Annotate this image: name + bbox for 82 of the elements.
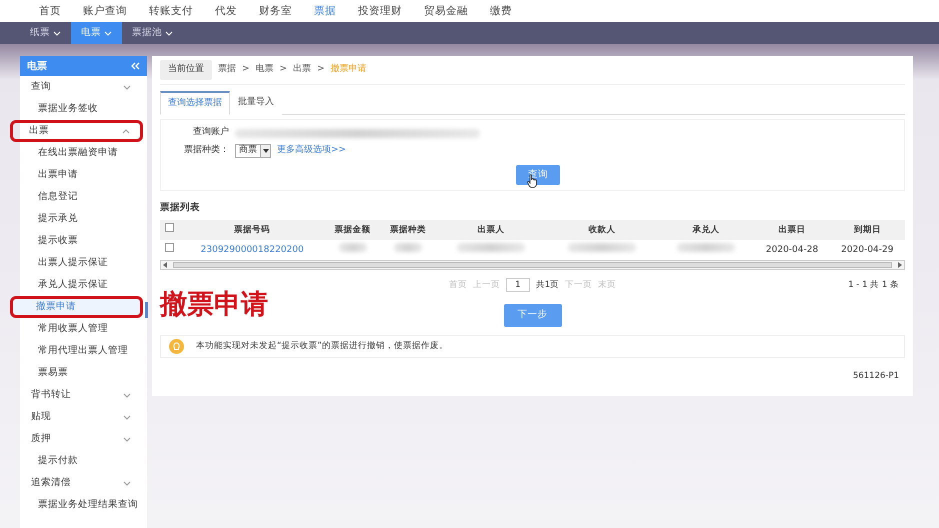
collapse-icon[interactable] (130, 62, 140, 70)
dropdown-icon (262, 149, 268, 153)
sidebar-item[interactable]: 票据业务签收 (20, 98, 143, 120)
column-header: 承兑人 (657, 220, 754, 240)
breadcrumb-link[interactable]: 票据 (218, 63, 236, 76)
column-header: 到期日 (830, 220, 905, 240)
bill-number-link[interactable]: 230929000018220200 (200, 244, 304, 254)
field-label: 票据种类： (183, 144, 229, 158)
table-cell: 2020-04-28 (766, 244, 818, 254)
sidebar-item[interactable]: 票易票 (20, 362, 143, 384)
select-all-checkbox[interactable] (165, 223, 174, 232)
breadcrumb-link[interactable]: 电票 (256, 63, 274, 76)
scroll-right-icon[interactable] (898, 262, 902, 268)
expand-chevron-icon (123, 414, 131, 420)
sidebar-item[interactable]: 出票 (10, 120, 143, 142)
sidebar-item[interactable]: 信息登记 (20, 186, 143, 208)
annotation-caption: 撤票申请 (160, 291, 268, 318)
tab[interactable]: 查询选择票据 (160, 90, 230, 115)
redacted-value (457, 243, 526, 252)
chevron-down-icon (165, 30, 173, 36)
scroll-left-icon[interactable] (163, 262, 167, 268)
breadcrumb-separator: > (242, 63, 250, 76)
breadcrumb-label: 当前位置 (160, 60, 212, 80)
nav-tab[interactable]: 投资理财 (347, 0, 413, 22)
nav-tab[interactable]: 首页 (28, 0, 72, 22)
nav-tab[interactable]: 转账支付 (138, 0, 204, 22)
sidebar-item[interactable]: 查询 (20, 76, 143, 98)
nav-tab[interactable]: 贸易金融 (413, 0, 479, 22)
sidebar-item[interactable]: 常用收票人管理 (20, 318, 143, 340)
lightbulb-icon (169, 338, 184, 354)
redacted-value (568, 243, 636, 252)
column-header: 收款人 (546, 220, 658, 240)
expand-chevron-icon (123, 392, 131, 398)
nav-tab[interactable]: 财务室 (248, 0, 303, 22)
redacted-value (676, 243, 735, 252)
column-header: 票据号码 (179, 220, 325, 240)
sidebar-item[interactable]: 提示付款 (20, 450, 143, 472)
chevron-down-icon (53, 30, 61, 36)
field-label: 查询账户 (192, 126, 229, 140)
page-code: 561126-P1 (852, 370, 900, 382)
row-checkbox[interactable] (165, 243, 174, 252)
sidebar-item[interactable]: 背书转让 (20, 384, 143, 406)
redacted-value (338, 243, 367, 252)
breadcrumb-link[interactable]: 出票 (293, 63, 312, 76)
breadcrumb-separator: > (280, 63, 288, 76)
type-select[interactable]: 商票 (235, 144, 271, 158)
nav-tab[interactable]: 缴费 (479, 0, 523, 22)
sidebar-item[interactable]: 票据业务处理结果查询 (20, 494, 143, 516)
selection-marker (145, 302, 148, 318)
nav-tab[interactable]: 票据 (303, 0, 347, 22)
section-title: 票据列表 (160, 201, 201, 215)
collapse-chevron-icon (122, 128, 130, 134)
sidebar-item[interactable]: 贴现 (20, 406, 143, 428)
sidebar-item[interactable]: 出票人提示保证 (20, 252, 143, 274)
advanced-options-link[interactable]: 更多高级选项>> (277, 144, 346, 158)
expand-chevron-icon (123, 84, 131, 90)
sidebar-item[interactable]: 追索清偿 (20, 472, 143, 494)
record-count: 1 - 1 共 1 条 (848, 278, 899, 292)
nav-tab[interactable]: 代发 (204, 0, 248, 22)
nav-tab[interactable]: 账户查询 (72, 0, 138, 22)
redacted-value (394, 243, 422, 252)
sidebar-item[interactable]: 质押 (20, 428, 143, 450)
column-header: 票据种类 (380, 220, 436, 240)
sidebar-item[interactable]: 提示承兑 (20, 208, 143, 230)
expand-chevron-icon (123, 436, 131, 442)
breadcrumb-separator: > (317, 63, 325, 76)
table-cell: 2020-04-29 (841, 244, 894, 254)
sidebar-item[interactable]: 承兑人提示保证 (20, 274, 143, 296)
notice-text: 本功能实现对未发起“提示收票”的票据进行撤销，使票据作废。 (196, 340, 448, 352)
sidebar-item[interactable]: 提示收票 (20, 230, 143, 252)
sidebar-item[interactable]: 常用代理出票人管理 (20, 340, 143, 362)
sidebar-title: 电票 (27, 60, 47, 74)
sidebar-item[interactable]: 出票申请 (20, 164, 143, 186)
column-header: 出票人 (436, 220, 547, 240)
sidebar-item[interactable]: 在线出票融资申请 (20, 142, 143, 164)
expand-chevron-icon (123, 480, 131, 486)
column-header: 出票日 (754, 220, 830, 240)
page-count: 共1页 (536, 278, 560, 292)
chevron-down-icon (104, 30, 112, 36)
subnav-tab[interactable]: 纸票 (20, 22, 71, 44)
subnav-tab[interactable]: 票据池 (122, 22, 183, 44)
column-header: 票据金额 (324, 220, 380, 240)
